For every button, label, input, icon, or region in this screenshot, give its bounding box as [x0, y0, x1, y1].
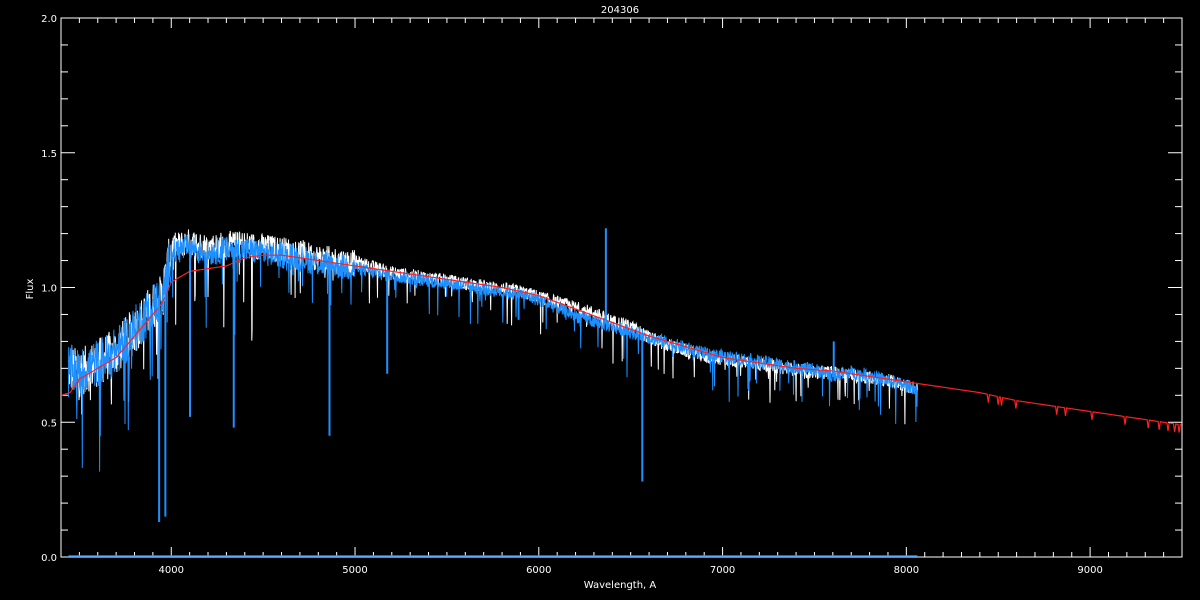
x-axis-label: Wavelength, A: [584, 580, 657, 591]
x-tick-label: 5000: [342, 565, 367, 576]
x-tick-label: 7000: [710, 565, 735, 576]
spectrum-chart: 4000 5000 6000 7000 8000 90000.00.51.01.52.0 …: [0, 0, 1200, 600]
x-tick-label: 9000: [1077, 565, 1102, 576]
y-tick-label: 0.5: [41, 418, 57, 429]
y-tick-label: 0.0: [41, 553, 57, 564]
y-tick-label: 2.0: [41, 14, 57, 25]
x-tick-label: 8000: [894, 565, 919, 576]
chart-title: 204306: [601, 5, 639, 16]
y-tick-label: 1.5: [41, 149, 57, 160]
chart-background: [0, 0, 1200, 600]
x-tick-label: 4000: [159, 565, 184, 576]
y-tick-label: 1.0: [41, 284, 57, 295]
y-axis-label: Flux: [25, 279, 36, 300]
x-tick-label: 6000: [526, 565, 551, 576]
